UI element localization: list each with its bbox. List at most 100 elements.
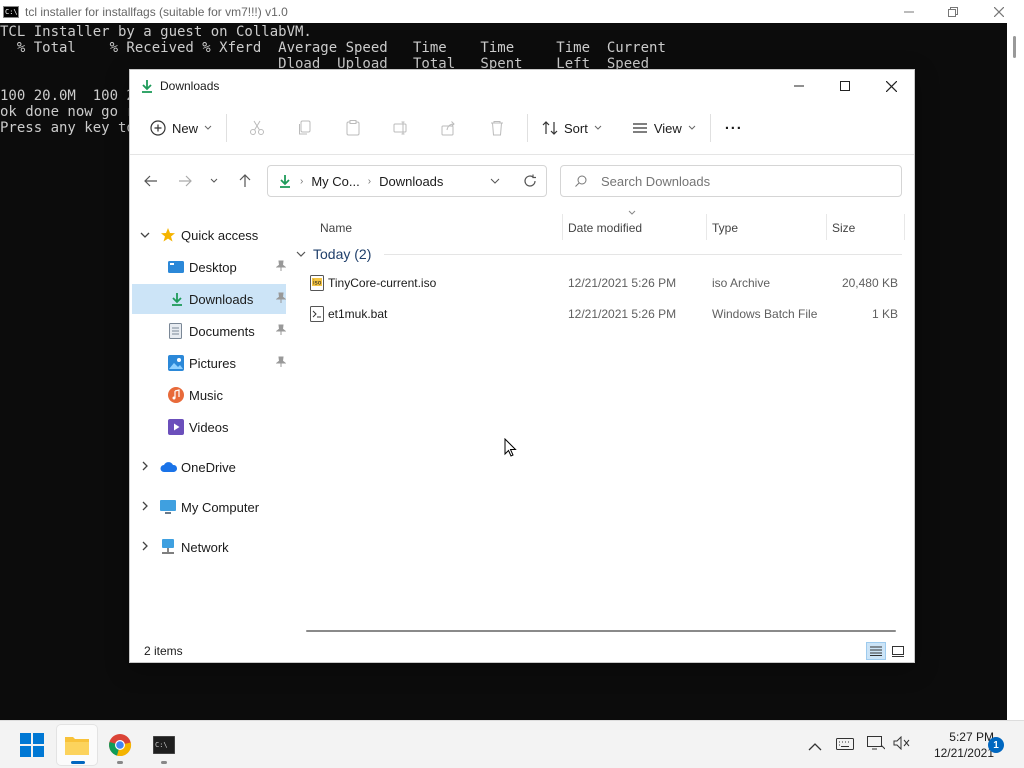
- see-more-button[interactable]: ···: [717, 112, 751, 144]
- desktop-icon: [168, 260, 184, 274]
- console-titlebar[interactable]: C:\ tcl installer for installfags (suita…: [0, 0, 1024, 23]
- explorer-close-button[interactable]: [868, 70, 914, 102]
- file-row[interactable]: et1muk.bat 12/21/2021 5:26 PM Windows Ba…: [300, 300, 910, 328]
- close-icon: [885, 80, 897, 92]
- column-divider[interactable]: [706, 214, 707, 240]
- breadcrumb-downloads[interactable]: Downloads: [379, 174, 443, 189]
- sidebar-item-quick-access[interactable]: Quick access: [130, 220, 288, 250]
- start-button[interactable]: [12, 725, 52, 765]
- cut-button[interactable]: [233, 112, 281, 144]
- up-button[interactable]: [230, 163, 260, 199]
- file-explorer-window[interactable]: Downloads New Sort View ··· › My Co... ›…: [130, 70, 914, 662]
- back-button[interactable]: [136, 163, 166, 199]
- file-type: Windows Batch File: [712, 307, 818, 321]
- column-divider[interactable]: [904, 214, 905, 240]
- chevron-right-icon[interactable]: [138, 461, 152, 474]
- delete-button[interactable]: [473, 112, 521, 144]
- sidebar-item-documents[interactable]: Documents: [130, 316, 288, 346]
- running-indicator: [117, 761, 123, 764]
- minimize-icon: [794, 85, 804, 87]
- console-scroll-thumb[interactable]: [1013, 36, 1016, 58]
- recent-locations-button[interactable]: [202, 163, 226, 199]
- taskbar-chrome[interactable]: [100, 725, 140, 765]
- search-box[interactable]: [560, 165, 902, 197]
- rename-icon: [393, 121, 407, 135]
- svg-text:C:\: C:\: [155, 741, 168, 749]
- share-icon: [441, 121, 455, 136]
- chevron-right-icon[interactable]: [138, 541, 152, 554]
- share-button[interactable]: [425, 112, 473, 144]
- toolbar-separator-line: [130, 154, 914, 155]
- sort-icon: [542, 121, 558, 135]
- refresh-button[interactable]: [523, 174, 537, 188]
- sidebar-item-desktop[interactable]: Desktop: [130, 252, 288, 282]
- windows-logo-icon: [20, 733, 44, 757]
- arrow-left-icon: [144, 175, 157, 187]
- sort-button[interactable]: Sort: [534, 112, 610, 144]
- console-scrollbar[interactable]: [1007, 23, 1024, 720]
- system-clock[interactable]: 5:27 PM 12/21/2021: [914, 729, 994, 761]
- volume-muted-icon[interactable]: [893, 735, 911, 755]
- explorer-maximize-button[interactable]: [822, 70, 868, 102]
- network-status-icon[interactable]: [867, 736, 886, 755]
- chevron-down-icon: [204, 125, 212, 130]
- console-line: 100 20.0M 100 20: [0, 88, 144, 104]
- sidebar-item-downloads[interactable]: Downloads: [132, 284, 287, 314]
- new-button-label: New: [172, 120, 199, 136]
- console-line: Press any key to: [0, 120, 135, 136]
- column-header-type[interactable]: Type: [712, 216, 738, 240]
- group-header-today[interactable]: Today (2): [296, 244, 371, 264]
- breadcrumb-my-computer[interactable]: My Co...: [311, 174, 359, 189]
- pin-icon[interactable]: [275, 324, 287, 339]
- clock-date: 12/21/2021: [933, 746, 994, 760]
- sidebar-item-my-computer[interactable]: My Computer: [130, 492, 288, 522]
- sidebar-item-network[interactable]: Network: [130, 532, 288, 562]
- notification-badge[interactable]: 1: [988, 737, 1004, 753]
- address-bar[interactable]: › My Co... › Downloads: [267, 165, 547, 197]
- paste-button[interactable]: [329, 112, 377, 144]
- chevron-down-icon[interactable]: [138, 230, 152, 241]
- arrow-up-icon: [239, 174, 251, 187]
- column-divider[interactable]: [826, 214, 827, 240]
- sidebar-item-onedrive[interactable]: OneDrive: [130, 452, 288, 482]
- details-view-button[interactable]: [866, 642, 886, 660]
- console-minimize-button[interactable]: [886, 0, 932, 23]
- pin-icon[interactable]: [275, 292, 287, 307]
- new-button[interactable]: New: [142, 112, 220, 144]
- sidebar-item-videos[interactable]: Videos: [130, 412, 288, 442]
- column-header-name[interactable]: Name: [320, 216, 352, 240]
- sidebar-label: Videos: [189, 419, 229, 435]
- chevron-right-icon[interactable]: [138, 501, 152, 514]
- refresh-icon: [524, 174, 536, 187]
- sidebar-label: Downloads: [189, 291, 254, 307]
- column-header-date-modified[interactable]: Date modified: [568, 210, 642, 240]
- file-name[interactable]: TinyCore-current.iso: [328, 269, 436, 297]
- column-header-size[interactable]: Size: [832, 216, 855, 240]
- explorer-minimize-button[interactable]: [776, 70, 822, 102]
- file-name[interactable]: et1muk.bat: [328, 300, 387, 328]
- sidebar-item-music[interactable]: Music: [130, 380, 288, 410]
- show-hidden-icons-button[interactable]: [808, 738, 822, 756]
- horizontal-scroll-thumb[interactable]: [306, 630, 896, 632]
- sidebar-label: Quick access: [181, 227, 259, 243]
- keyboard-icon[interactable]: [836, 737, 854, 755]
- pin-icon[interactable]: [275, 356, 287, 371]
- pin-icon[interactable]: [275, 260, 287, 275]
- search-input[interactable]: [599, 172, 883, 190]
- sidebar-item-pictures[interactable]: Pictures: [130, 348, 288, 378]
- column-divider[interactable]: [562, 214, 563, 240]
- console-close-button[interactable]: [976, 0, 1022, 23]
- taskbar-console[interactable]: C:\: [144, 725, 184, 765]
- details-view-icon: [870, 646, 882, 656]
- console-maximize-button[interactable]: [930, 0, 976, 23]
- large-icons-view-button[interactable]: [888, 642, 908, 660]
- file-row[interactable]: iso TinyCore-current.iso 12/21/2021 5:26…: [300, 269, 910, 297]
- copy-button[interactable]: [281, 112, 329, 144]
- explorer-titlebar[interactable]: Downloads: [130, 70, 914, 102]
- taskbar-file-explorer[interactable]: [57, 725, 97, 765]
- address-dropdown-button[interactable]: [490, 178, 500, 184]
- rename-button[interactable]: [377, 112, 425, 144]
- view-button[interactable]: View: [624, 112, 704, 144]
- large-icons-view-icon: [892, 645, 904, 657]
- forward-button[interactable]: [170, 163, 200, 199]
